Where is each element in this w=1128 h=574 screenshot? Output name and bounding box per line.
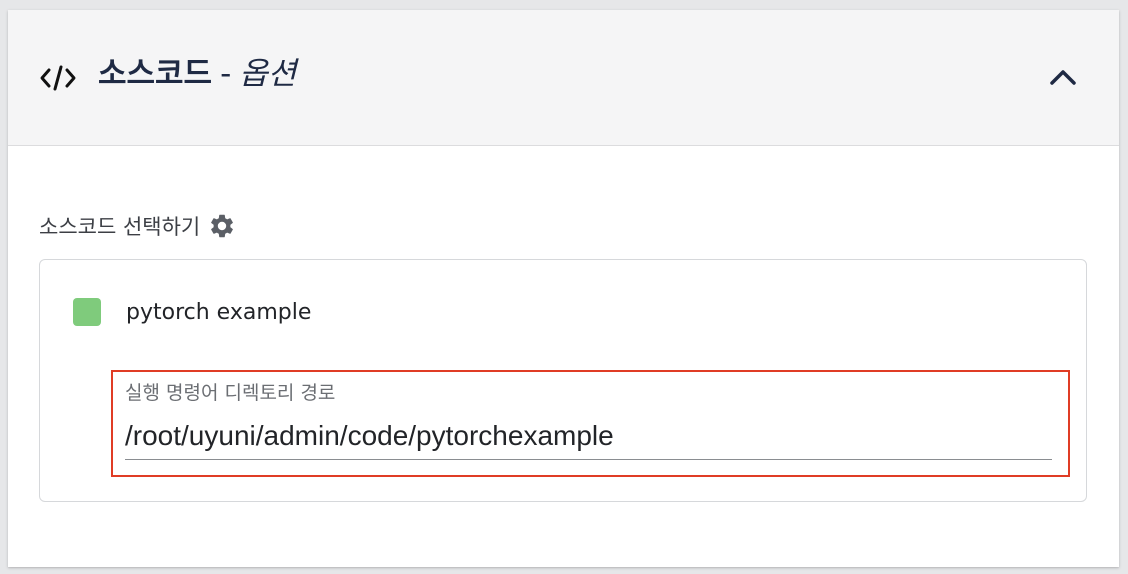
title-subtitle: 옵션 bbox=[239, 56, 297, 92]
title-separator: - bbox=[220, 56, 232, 92]
gear-icon[interactable] bbox=[208, 212, 236, 240]
repo-color-swatch bbox=[73, 298, 101, 326]
working-directory-field: 실행 명령어 디렉토리 경로 bbox=[111, 370, 1070, 477]
working-directory-input[interactable] bbox=[125, 412, 1052, 460]
source-code-item: pytorch example 실행 명령어 디렉토리 경로 bbox=[39, 259, 1087, 502]
repo-name: pytorch example bbox=[126, 299, 312, 325]
code-icon bbox=[40, 65, 76, 91]
card-header[interactable]: 소스코드 - 옵션 bbox=[8, 10, 1119, 146]
title-main: 소스코드 bbox=[98, 56, 213, 92]
section-label: 소스코드 선택하기 bbox=[39, 215, 201, 239]
section-label-row: 소스코드 선택하기 bbox=[39, 209, 236, 243]
repo-row[interactable]: pytorch example bbox=[73, 297, 311, 327]
working-directory-label: 실행 명령어 디렉토리 경로 bbox=[125, 382, 336, 404]
page-title: 소스코드 - 옵션 bbox=[98, 54, 296, 94]
source-code-options-card: 소스코드 - 옵션 소스코드 선택하기 pytorch example 실행 명령어… bbox=[8, 10, 1119, 567]
chevron-up-icon[interactable] bbox=[1047, 66, 1079, 88]
